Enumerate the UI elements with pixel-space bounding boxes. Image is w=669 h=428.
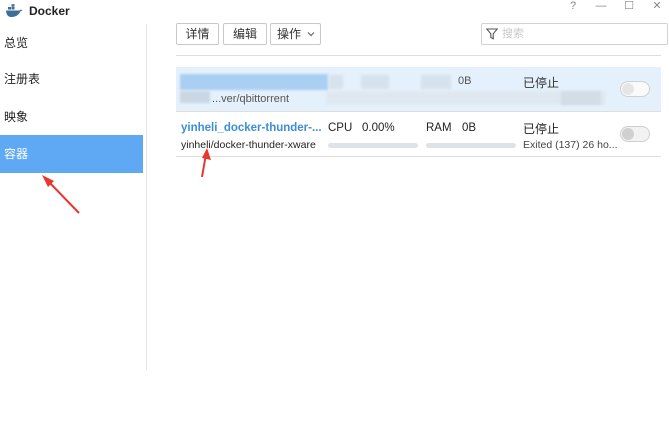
annotation-arrow-sidebar: [42, 175, 80, 214]
annotation-arrow-container: [201, 148, 211, 178]
annotation-arrows: [42, 148, 211, 214]
